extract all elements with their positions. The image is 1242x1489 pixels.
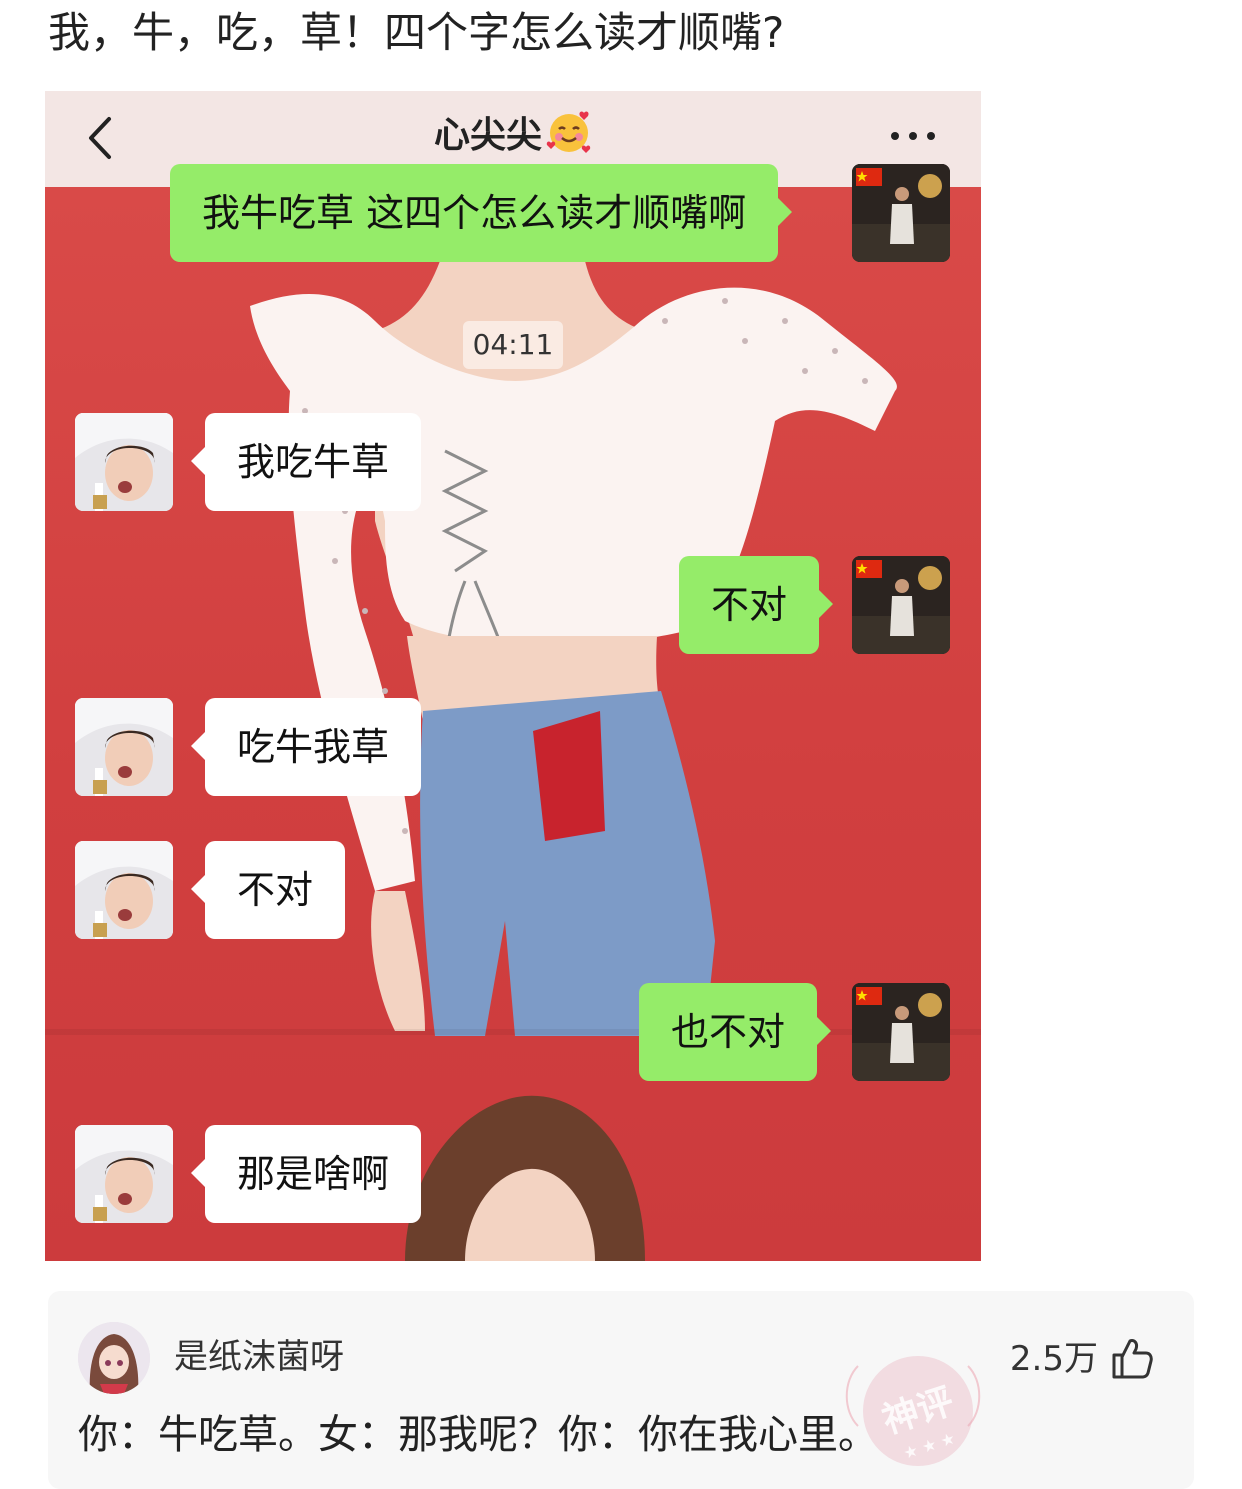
photo-divider: [45, 1029, 981, 1035]
chat-screenshot: 心尖尖 我牛吃草 这四个怎么读才顺嘴啊 04:11 我吃牛草 不对 吃牛我草 不…: [45, 91, 981, 1261]
my-avatar[interactable]: [852, 164, 950, 262]
message-incoming[interactable]: 那是啥啊: [190, 1125, 422, 1223]
comment-text: 你：牛吃草。女：那我呢？你：你在我心里。: [78, 1412, 878, 1458]
man-night-photo-icon: [852, 164, 950, 262]
contact-avatar[interactable]: [75, 413, 173, 511]
contact-avatar[interactable]: [75, 841, 173, 939]
model-photo-illustration: [250, 261, 897, 1261]
girl-face-photo-icon: [75, 841, 173, 939]
my-avatar[interactable]: [852, 983, 950, 1081]
message-incoming[interactable]: 吃牛我草: [190, 698, 422, 796]
girl-face-photo-icon: [75, 1125, 173, 1223]
thumbs-up-icon[interactable]: [1108, 1335, 1154, 1381]
message-timestamp: 04:11: [463, 321, 563, 369]
contact-avatar[interactable]: [75, 698, 173, 796]
chat-title-text: 心尖尖: [433, 115, 542, 156]
man-night-photo-icon: [852, 556, 950, 654]
top-comment-card: 是纸沫菌呀 神评 ★ ★ ★ 2.5万 你：牛吃草。女：那我呢？你：你在我心里。: [48, 1291, 1194, 1489]
message-outgoing[interactable]: 我牛吃草 这四个怎么读才顺嘴啊: [170, 164, 793, 262]
my-avatar[interactable]: [852, 556, 950, 654]
anime-girl-avatar-icon: [78, 1322, 150, 1394]
message-incoming[interactable]: 我吃牛草: [190, 413, 422, 511]
girl-face-photo-icon: [75, 698, 173, 796]
girl-face-photo-icon: [75, 413, 173, 511]
man-night-photo-icon: [852, 983, 950, 1081]
post-title: 我，牛，吃，草！四个字怎么读才顺嘴?: [48, 8, 785, 57]
chat-title: 心尖尖: [45, 109, 981, 162]
message-incoming[interactable]: 不对: [190, 841, 346, 939]
message-outgoing[interactable]: 也不对: [639, 983, 832, 1081]
more-options-icon[interactable]: [885, 121, 941, 151]
contact-avatar[interactable]: [75, 1125, 173, 1223]
commenter-avatar[interactable]: [78, 1322, 150, 1394]
smiling-face-with-hearts-icon: [546, 111, 591, 153]
like-count: 2.5万: [1009, 1339, 1098, 1379]
message-outgoing[interactable]: 不对: [679, 556, 834, 654]
commenter-username[interactable]: 是纸沫菌呀: [174, 1335, 344, 1379]
